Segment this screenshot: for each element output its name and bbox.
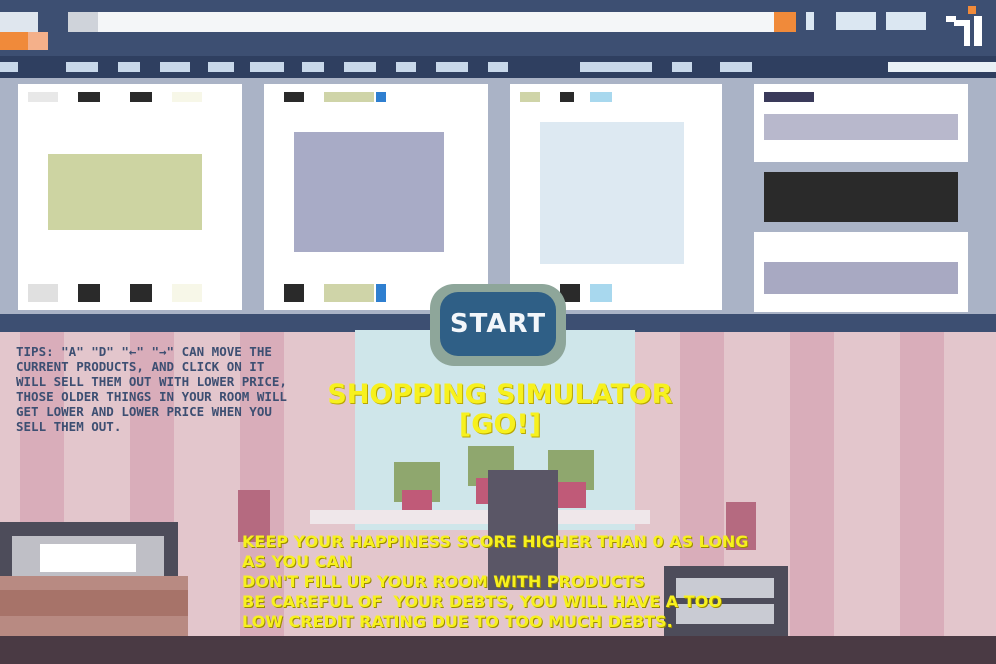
rule-item: DON'T FILL UP YOUR ROOM WITH PRODUCTS [242,572,645,591]
product-card[interactable] [754,84,968,162]
address-bar-prefix [68,12,98,32]
nav-item[interactable] [396,62,416,72]
product-card[interactable] [754,232,968,312]
product-image [294,132,444,252]
product-image [48,154,202,230]
address-bar-action[interactable] [774,12,796,32]
site-logo-icon[interactable] [940,6,990,50]
toolbar-button[interactable] [836,12,876,30]
toolbar-button[interactable] [806,12,814,30]
nav-item[interactable] [436,62,468,72]
nav-item[interactable] [208,62,234,72]
desk [310,510,650,524]
browser-tab-indicator [28,32,48,50]
nav-item[interactable] [672,62,692,72]
plant-pot [556,482,586,508]
nav-item[interactable] [66,62,98,72]
product-image [764,114,958,140]
product-card[interactable] [18,84,242,310]
bed-pillow [40,544,136,572]
nav-item[interactable] [488,62,508,72]
tips-text: TIPS: "A" "D" "←" "→" CAN MOVE THE CURRE… [16,344,287,434]
product-image [764,262,958,294]
product-card[interactable] [510,84,722,310]
game-title: SHOPPING SIMULATOR [GO!] [300,380,700,440]
bed-blanket [0,590,188,616]
rules-list: KEEP YOUR HAPPINESS SCORE HIGHER THAN 0 … [242,532,762,632]
nav-item[interactable] [580,62,652,72]
browser-tab[interactable] [0,12,38,32]
address-bar[interactable] [68,12,796,32]
nav-item[interactable] [250,62,284,72]
product-card[interactable] [264,84,488,310]
rule-item: BE CAREFUL OF YOUR DEBTS, YOU WILL HAVE … [242,592,728,631]
product-image[interactable] [764,172,958,222]
rule-item: KEEP YOUR HAPPINESS SCORE HIGHER THAN 0 … [242,532,754,571]
product-image [540,122,684,264]
nav-item[interactable] [118,62,140,72]
nav-item[interactable] [720,62,752,72]
toolbar-button[interactable] [886,12,926,30]
start-button[interactable]: START [440,292,556,356]
game-title-subline: [GO!] [458,409,542,440]
nav-item[interactable] [888,62,996,72]
nav-item[interactable] [302,62,324,72]
nav-item[interactable] [160,62,190,72]
nav-item[interactable] [0,62,18,72]
game-title-line: SHOPPING SIMULATOR [327,379,673,410]
browser-tab-indicator [0,32,28,50]
nav-item[interactable] [344,62,376,72]
floor [0,636,996,664]
